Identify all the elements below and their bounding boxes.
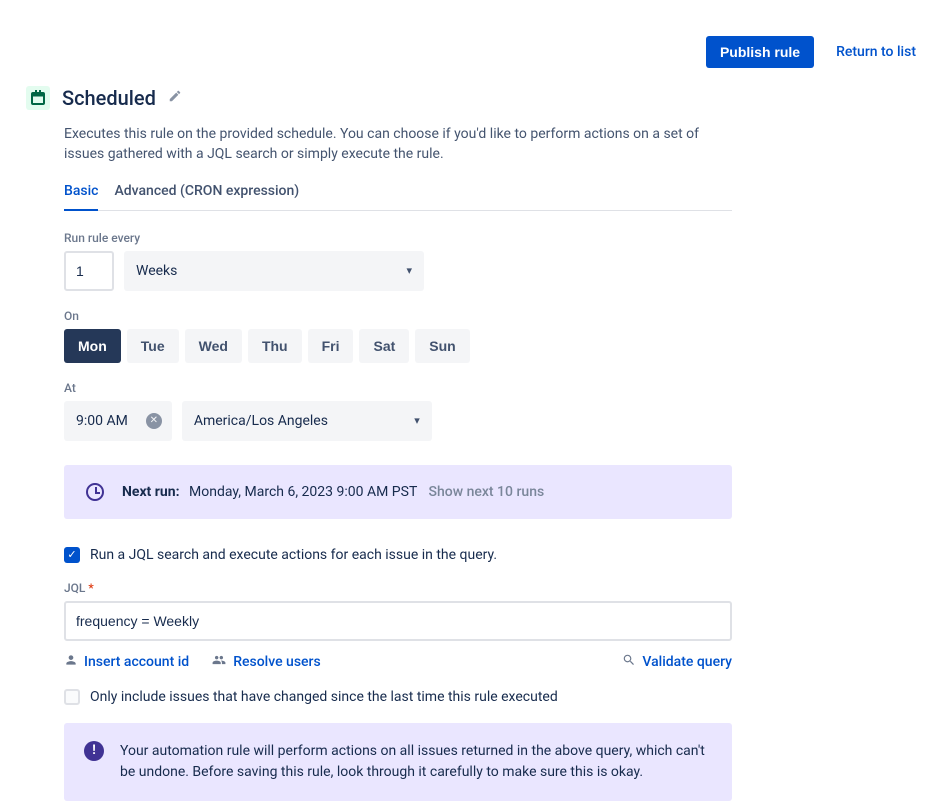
resolve-users-label: Resolve users [233,654,321,670]
run-every-row: Weeks ▾ [64,251,732,291]
person-icon [64,653,78,671]
next-run-label: Next run: [122,484,180,500]
title-row: Scheduled [64,86,732,110]
tab-advanced[interactable]: Advanced (CRON expression) [114,183,299,210]
insert-account-label: Insert account id [84,654,189,670]
time-input[interactable]: 9:00 AM ✕ [64,401,172,441]
next-run-value: Monday, March 6, 2023 9:00 AM PST [189,484,417,500]
jql-field-label-text: JQL [64,581,85,595]
show-next-runs-link[interactable]: Show next 10 runs [429,484,545,500]
jql-section: JQL * Insert account id Resolve users [64,581,732,671]
return-to-list-link[interactable]: Return to list [836,44,916,60]
day-mon-button[interactable]: Mon [64,329,121,363]
resolve-users-link[interactable]: Resolve users [211,653,321,671]
at-row: 9:00 AM ✕ America/Los Angeles ▾ [64,401,732,441]
calendar-icon [26,86,50,110]
run-jql-checkbox[interactable]: ✓ [64,547,80,563]
unit-select-value: Weeks [136,263,177,279]
next-run-panel: Next run: Monday, March 6, 2023 9:00 AM … [64,465,732,519]
jql-input[interactable] [64,601,732,641]
jql-actions-row: Insert account id Resolve users Validate… [64,653,732,671]
jql-field-label: JQL * [64,581,732,595]
time-value: 9:00 AM [76,413,128,429]
info-icon: ! [84,741,104,761]
insert-account-id-link[interactable]: Insert account id [64,653,189,671]
day-sun-button[interactable]: Sun [415,329,469,363]
unit-select[interactable]: Weeks ▾ [124,251,424,291]
edit-title-icon[interactable] [168,89,182,107]
day-tue-button[interactable]: Tue [127,329,179,363]
chevron-down-icon: ▾ [406,264,412,277]
chevron-down-icon: ▾ [414,414,420,427]
only-changed-checkbox-row: Only include issues that have changed si… [64,689,732,705]
page-title: Scheduled [62,86,156,110]
content-area: Scheduled Executes this rule on the prov… [0,68,750,801]
timezone-value: America/Los Angeles [194,413,328,429]
run-jql-checkbox-row: ✓ Run a JQL search and execute actions f… [64,547,732,563]
day-wed-button[interactable]: Wed [185,329,242,363]
day-sat-button[interactable]: Sat [359,329,409,363]
tab-bar: Basic Advanced (CRON expression) [64,183,732,211]
required-star: * [88,581,93,595]
day-fri-button[interactable]: Fri [308,329,354,363]
day-selector: Mon Tue Wed Thu Fri Sat Sun [64,329,732,363]
only-changed-label: Only include issues that have changed si… [90,689,558,705]
people-icon [211,653,227,671]
publish-rule-button[interactable]: Publish rule [706,36,814,68]
run-jql-label: Run a JQL search and execute actions for… [90,547,497,563]
next-run-text: Next run: Monday, March 6, 2023 9:00 AM … [122,484,544,500]
validate-query-link[interactable]: Validate query [622,653,732,671]
on-label: On [64,309,732,323]
search-icon [622,653,636,671]
at-label: At [64,381,732,395]
description-text: Executes this rule on the provided sched… [64,124,732,165]
warning-text: Your automation rule will perform action… [120,741,712,783]
validate-query-label: Validate query [642,654,732,670]
timezone-select[interactable]: America/Los Angeles ▾ [182,401,432,441]
tab-basic[interactable]: Basic [64,183,98,211]
warning-panel: ! Your automation rule will perform acti… [64,723,732,801]
clock-icon [86,483,104,501]
top-bar: Publish rule Return to list [0,0,934,68]
run-every-label: Run rule every [64,231,732,245]
clear-time-icon[interactable]: ✕ [146,413,162,429]
only-changed-checkbox[interactable] [64,689,80,705]
day-thu-button[interactable]: Thu [248,329,302,363]
interval-input[interactable] [64,251,114,291]
